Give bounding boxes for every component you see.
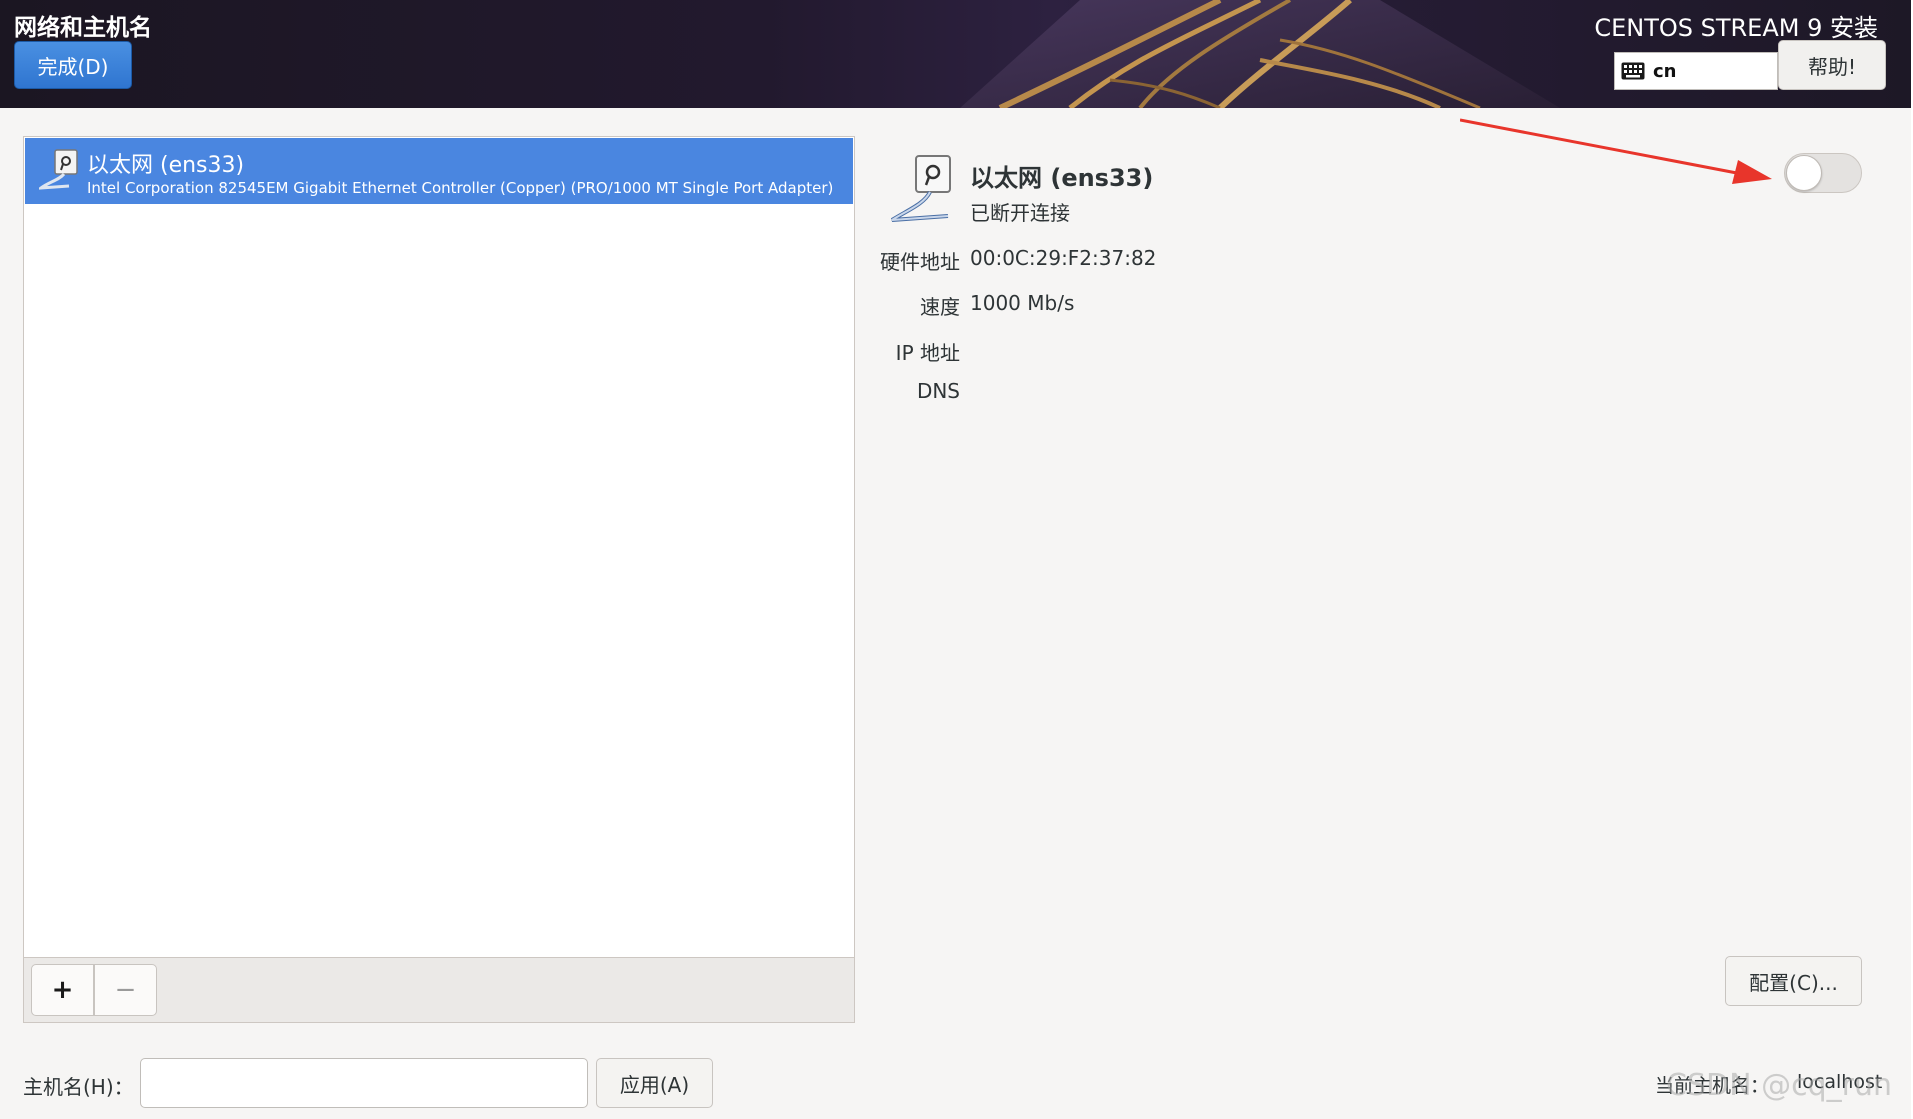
network-wired-icon — [39, 149, 78, 190]
hostname-input[interactable] — [140, 1058, 588, 1108]
device-name: 以太网 (ens33) — [87, 153, 245, 178]
annotation-arrow — [1460, 118, 1772, 184]
speed-value: 1000 Mb/s — [970, 291, 1075, 315]
detail-device-name: 以太网 (ens33) — [970, 164, 1154, 192]
network-wired-icon — [890, 155, 951, 222]
device-description: Intel Corporation 82545EM Gigabit Ethern… — [87, 179, 834, 197]
done-button[interactable]: 完成(D) — [14, 41, 132, 89]
watermark: CSDN @cq_run — [1666, 1068, 1892, 1103]
product-title: CENTOS STREAM 9 安装 — [1594, 14, 1878, 42]
keyboard-icon — [1621, 62, 1645, 80]
keyboard-layout-indicator[interactable]: cn — [1614, 52, 1778, 90]
add-device-button[interactable]: + — [31, 964, 94, 1016]
connection-status: 已断开连接 — [970, 201, 1070, 225]
hardware-address-value: 00:0C:29:F2:37:82 — [970, 246, 1157, 270]
list-toolbar: + − — [24, 957, 854, 1022]
connection-toggle[interactable] — [1784, 153, 1862, 193]
remove-device-button[interactable]: − — [94, 964, 157, 1016]
toggle-knob — [1786, 155, 1822, 191]
help-button[interactable]: 帮助! — [1778, 40, 1886, 90]
hostname-label: 主机名(H)： — [23, 1075, 134, 1099]
hardware-address-label: 硬件地址 — [880, 250, 960, 274]
configure-button[interactable]: 配置(C)... — [1725, 956, 1862, 1006]
keyboard-layout-label: cn — [1653, 60, 1677, 82]
page-title: 网络和主机名 — [14, 15, 152, 41]
top-header: 网络和主机名 完成(D) CENTOS STREAM 9 安装 cn 帮助! — [0, 0, 1913, 108]
device-list: 以太网 (ens33) Intel Corporation 82545EM Gi… — [23, 136, 855, 1023]
header-artwork — [960, 0, 1560, 108]
speed-label: 速度 — [920, 295, 960, 319]
dns-label: DNS — [916, 379, 960, 403]
apply-hostname-button[interactable]: 应用(A) — [596, 1058, 713, 1108]
device-list-item[interactable]: 以太网 (ens33) Intel Corporation 82545EM Gi… — [25, 138, 853, 204]
ip-address-label: IP 地址 — [895, 341, 960, 365]
